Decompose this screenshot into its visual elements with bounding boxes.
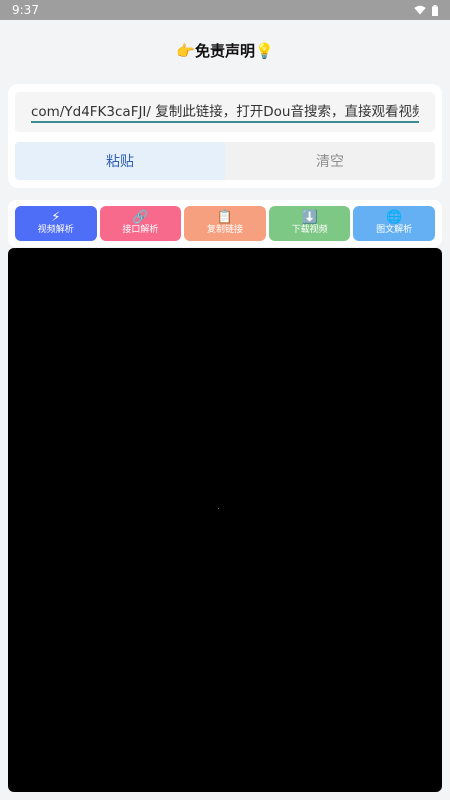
link-input[interactable] [31, 100, 419, 123]
clear-button[interactable]: 清空 [225, 142, 435, 180]
paste-button[interactable]: 粘贴 [15, 142, 225, 180]
copy-link-button[interactable]: 📋 复制链接 [184, 206, 266, 241]
image-text-parse-button[interactable]: 🌐 图文解析 [353, 206, 435, 241]
video-center-dot [218, 508, 219, 509]
tool-label: 接口解析 [122, 225, 159, 236]
tool-bar: ⚡ 视频解析 🔗 接口解析 📋 复制链接 ⬇️ 下载视频 🌐 图文解析 [8, 200, 442, 247]
page-header: 👉免责声明💡 [0, 20, 450, 80]
tool-label: 图文解析 [376, 225, 413, 236]
link-input-box [15, 92, 435, 132]
video-player[interactable] [8, 248, 442, 792]
link-card: 粘贴 清空 [8, 84, 442, 188]
video-parse-button[interactable]: ⚡ 视频解析 [15, 206, 97, 241]
link-icon: 🔗 [132, 210, 149, 226]
status-bar: 9:37 [0, 0, 450, 20]
action-buttons: 粘贴 清空 [15, 142, 435, 180]
wifi-icon [414, 5, 426, 15]
status-time: 9:37 [12, 3, 39, 17]
battery-icon [432, 4, 438, 16]
tool-label: 下载视频 [291, 225, 328, 236]
globe-icon: 🌐 [386, 210, 403, 226]
tool-label: 视频解析 [37, 225, 74, 236]
api-parse-button[interactable]: 🔗 接口解析 [99, 206, 182, 241]
lightning-icon: ⚡ [51, 210, 61, 226]
download-icon: ⬇️ [301, 210, 318, 226]
clipboard-icon: 📋 [216, 210, 234, 226]
status-icons [414, 4, 438, 16]
tool-label: 复制链接 [206, 225, 243, 236]
download-video-button[interactable]: ⬇️ 下载视频 [268, 206, 351, 241]
page-title[interactable]: 👉免责声明💡 [176, 40, 273, 61]
